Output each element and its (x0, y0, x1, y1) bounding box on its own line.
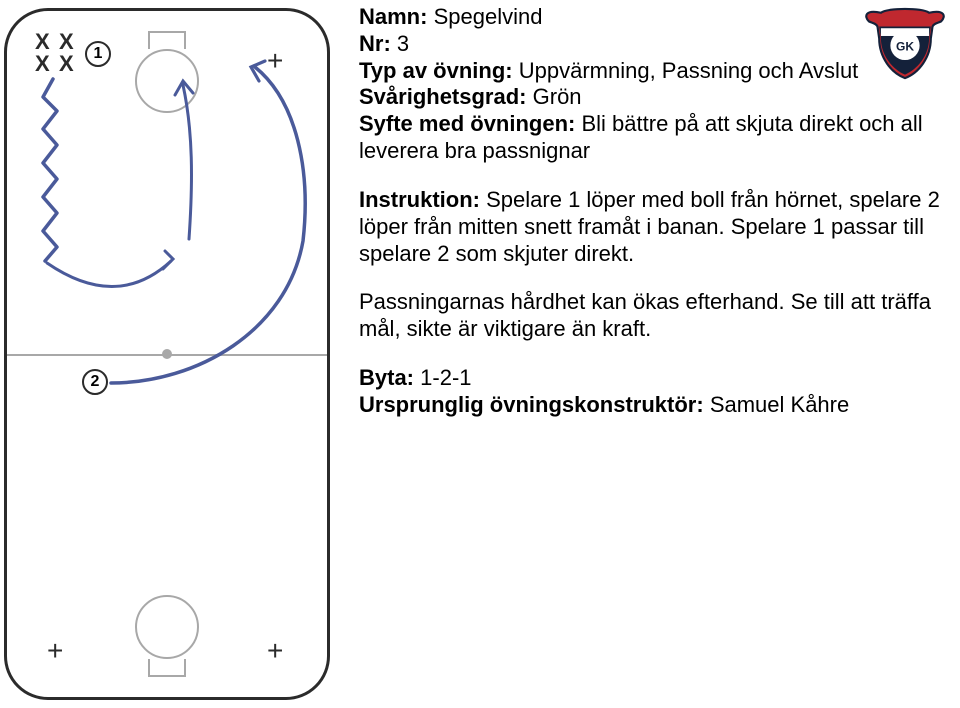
center-dot (162, 349, 172, 359)
plus-marker: + (267, 47, 283, 75)
goal-bottom (148, 659, 186, 677)
plus-marker: + (267, 637, 283, 665)
title-row: Namn: Spegelvind Nr: 3 Typ av övning: Up… (359, 4, 950, 165)
type-value: Uppvärmning, Passning och Avslut (519, 58, 859, 83)
club-logo: GK (862, 4, 948, 80)
circle-top (135, 49, 199, 113)
name-value: Spegelvind (434, 4, 543, 29)
exercise-description: Namn: Spegelvind Nr: 3 Typ av övning: Up… (345, 0, 960, 708)
player-marker: X (35, 31, 50, 53)
svg-text:GK: GK (896, 40, 914, 54)
difficulty-label: Svårighetsgrad: (359, 84, 527, 109)
goal-top (148, 31, 186, 49)
author-label: Ursprunglig övningskonstruktör: (359, 392, 704, 417)
author-value: Samuel Kåhre (710, 392, 849, 417)
purpose-label: Syfte med övningen: (359, 111, 575, 136)
plus-marker: + (47, 637, 63, 665)
rotation-label: Byta: (359, 365, 414, 390)
player-marker: X (59, 31, 74, 53)
drill-diagram: X X X X 1 + 2 + + (0, 0, 345, 708)
player-marker: X (35, 53, 50, 75)
number-label: Nr: (359, 31, 391, 56)
type-label: Typ av övning: (359, 58, 513, 83)
instruction-label: Instruktion: (359, 187, 480, 212)
rotation-value: 1-2-1 (420, 365, 471, 390)
player-number-2: 2 (82, 369, 108, 395)
player-marker: X (59, 53, 74, 75)
name-label: Namn: (359, 4, 427, 29)
instruction-text-2: Passningarnas hårdhet kan ökas efterhand… (359, 289, 931, 341)
difficulty-value: Grön (533, 84, 582, 109)
player-number-1: 1 (85, 41, 111, 67)
number-value: 3 (397, 31, 409, 56)
court-outline: X X X X 1 + 2 + + (4, 8, 330, 700)
circle-bottom (135, 595, 199, 659)
